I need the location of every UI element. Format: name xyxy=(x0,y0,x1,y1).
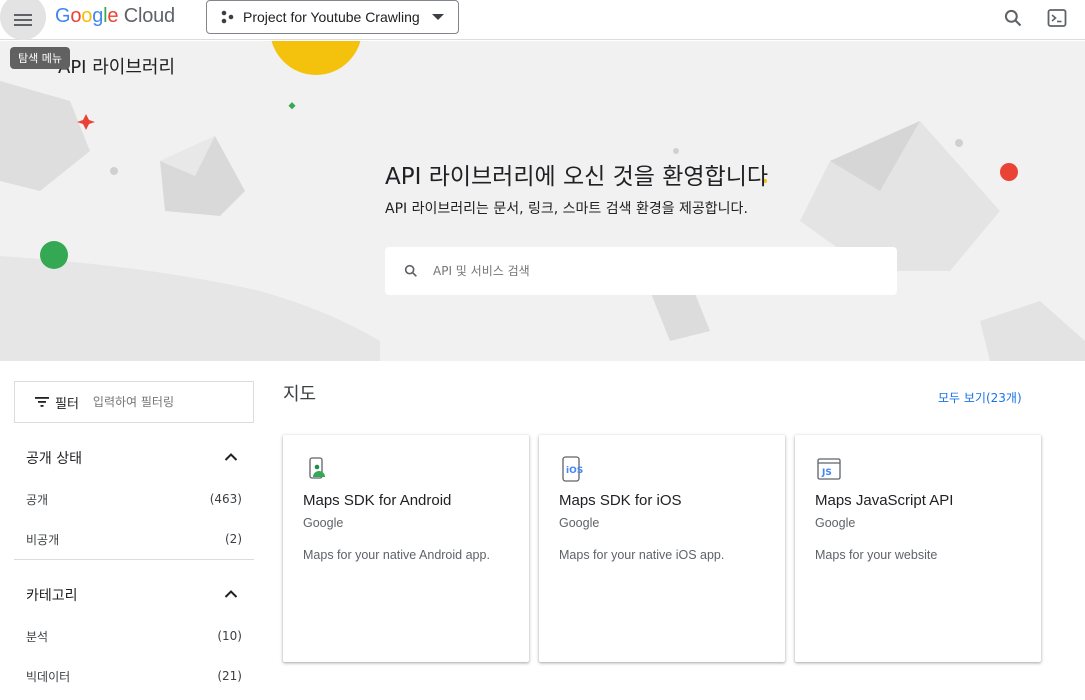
visibility-section-toggle[interactable]: 공개 상태 xyxy=(14,438,254,478)
card-description: Maps for your native iOS app. xyxy=(559,548,725,562)
project-name: Project for Youtube Crawling xyxy=(243,9,420,25)
search-icon xyxy=(1004,9,1022,27)
dropdown-arrow-icon xyxy=(432,14,444,20)
search-button[interactable] xyxy=(999,4,1027,32)
facet-count: (21) xyxy=(217,669,242,683)
filter-box[interactable]: 필터 xyxy=(14,381,254,423)
filter-icon xyxy=(35,397,49,407)
maps-section-title: 지도 xyxy=(283,384,317,405)
filter-input[interactable] xyxy=(92,395,223,409)
facet-private[interactable]: 비공개 (2) xyxy=(14,524,254,554)
facet-count: (463) xyxy=(209,492,242,506)
google-cloud-logo[interactable]: Google Cloud xyxy=(55,5,175,28)
hero-banner: API 라이브러리에 오신 것을 환영합니다 API 라이브러리는 문서, 링크… xyxy=(0,41,1085,361)
js-maps-icon: JS xyxy=(817,458,841,480)
facet-label: 빅데이터 xyxy=(26,669,71,684)
page-title: API 라이브러리 xyxy=(58,57,175,78)
facet-count: (2) xyxy=(225,532,242,546)
api-search-input[interactable] xyxy=(433,264,873,278)
ios-maps-icon: iOS xyxy=(562,456,583,482)
facet-label: 분석 xyxy=(26,629,49,644)
facet-label: 비공개 xyxy=(26,532,60,547)
filter-label: 필터 xyxy=(55,396,79,412)
api-search-box[interactable] xyxy=(385,247,897,295)
menu-tooltip: 탐색 메뉴 xyxy=(10,47,70,69)
card-description: Maps for your website xyxy=(815,548,938,562)
card-vendor: Google xyxy=(815,516,856,530)
cloud-shell-button[interactable] xyxy=(1043,4,1071,32)
chevron-up-icon xyxy=(224,590,238,598)
see-all-link[interactable]: 모두 보기(23개) xyxy=(938,389,1022,406)
hamburger-menu-icon xyxy=(14,14,32,26)
facet-public[interactable]: 공개 (463) xyxy=(14,484,254,514)
project-icon xyxy=(221,10,234,24)
top-app-bar: Google Cloud Project for Youtube Crawlin… xyxy=(0,0,1085,40)
card-title: Maps SDK for iOS xyxy=(559,492,682,509)
category-section-title: 카테고리 xyxy=(26,588,78,604)
facet-label: 공개 xyxy=(26,492,49,507)
facet-count: (10) xyxy=(217,629,242,643)
card-description: Maps for your native Android app. xyxy=(303,548,490,562)
api-card-maps-javascript[interactable]: JS Maps JavaScript API Google Maps for y… xyxy=(795,435,1041,662)
api-card-maps-android[interactable]: Maps SDK for Android Google Maps for you… xyxy=(283,435,529,662)
hero-subheading: API 라이브러리는 문서, 링크, 스마트 검색 환경을 제공합니다. xyxy=(385,201,748,217)
svg-text:JS: JS xyxy=(821,468,832,478)
card-vendor: Google xyxy=(303,516,344,530)
category-section-toggle[interactable]: 카테고리 xyxy=(14,575,254,615)
section-divider xyxy=(14,559,254,560)
card-vendor: Google xyxy=(559,516,600,530)
api-card-maps-ios[interactable]: iOS Maps SDK for iOS Google Maps for you… xyxy=(539,435,785,662)
facet-analytics[interactable]: 분석 (10) xyxy=(14,621,254,651)
card-title: Maps SDK for Android xyxy=(303,492,452,509)
facet-big-data[interactable]: 빅데이터 (21) xyxy=(14,661,254,691)
android-maps-icon xyxy=(309,457,325,479)
terminal-icon xyxy=(1047,9,1067,27)
search-icon xyxy=(404,264,417,277)
card-title: Maps JavaScript API xyxy=(815,492,954,509)
chevron-up-icon xyxy=(224,453,238,461)
project-picker[interactable]: Project for Youtube Crawling xyxy=(206,0,459,34)
visibility-section-title: 공개 상태 xyxy=(26,451,82,467)
svg-text:iOS: iOS xyxy=(566,466,583,476)
navigation-menu-button[interactable] xyxy=(0,0,46,40)
hero-heading: API 라이브러리에 오신 것을 환영합니다 xyxy=(385,164,769,190)
